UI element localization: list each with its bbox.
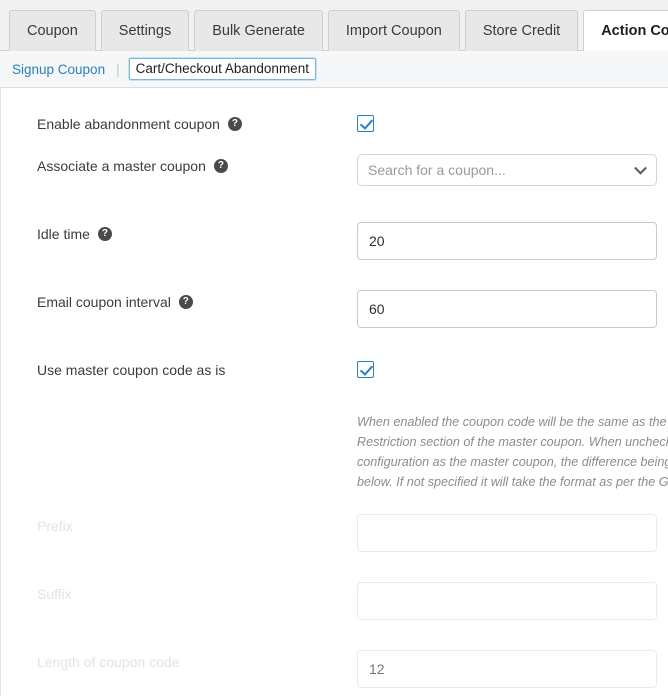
prefix-input[interactable] xyxy=(357,514,657,552)
label-prefix: Prefix xyxy=(37,514,357,536)
tab-label: Action Coupon xyxy=(601,24,668,39)
field-row-enable-abandonment-coupon: Enable abandonment coupon ? xyxy=(1,112,668,154)
help-circle-icon[interactable]: ? xyxy=(179,295,193,309)
label-text: Length of coupon code xyxy=(37,653,179,672)
field-row-length-of-coupon-code: Length of coupon code xyxy=(1,650,668,696)
suffix-input[interactable] xyxy=(357,582,657,620)
tab-settings[interactable]: Settings xyxy=(101,10,189,51)
label-email-coupon-interval: Email coupon interval ? xyxy=(37,290,357,312)
tab-label: Bulk Generate xyxy=(212,24,305,39)
label-suffix: Suffix xyxy=(37,582,357,604)
use-master-coupon-code-description: When enabled the coupon code will be the… xyxy=(357,412,668,492)
help-circle-icon[interactable]: ? xyxy=(228,117,242,131)
use-master-coupon-code-checkbox[interactable] xyxy=(357,361,374,378)
label-text: Enable abandonment coupon xyxy=(37,115,220,134)
length-of-coupon-code-input[interactable] xyxy=(357,650,657,688)
field-suffix xyxy=(357,582,668,620)
tab-label: Settings xyxy=(119,24,171,39)
label-enable-abandonment-coupon: Enable abandonment coupon ? xyxy=(37,112,357,134)
field-row-use-master-coupon-code: Use master coupon code as is xyxy=(1,358,668,400)
main-tab-bar: Coupon Settings Bulk Generate Import Cou… xyxy=(0,0,668,51)
sub-tab-bar: Signup Coupon | Cart/Checkout Abandonmen… xyxy=(0,51,668,88)
label-idle-time: Idle time ? xyxy=(37,222,357,244)
label-text: Email coupon interval xyxy=(37,293,171,312)
label-text: Prefix xyxy=(37,517,73,536)
master-coupon-select[interactable]: Search for a coupon... xyxy=(357,154,657,186)
help-circle-icon[interactable]: ? xyxy=(98,227,112,241)
field-length-of-coupon-code xyxy=(357,650,668,688)
chevron-down-icon xyxy=(634,162,647,175)
tab-label: Coupon xyxy=(27,24,78,39)
field-row-idle-time: Idle time ? xyxy=(1,222,668,290)
tab-label: Import Coupon xyxy=(346,24,442,39)
settings-panel: Enable abandonment coupon ? Associate a … xyxy=(0,88,668,696)
help-circle-icon[interactable]: ? xyxy=(214,159,228,173)
action-coupon-settings-screen: Coupon Settings Bulk Generate Import Cou… xyxy=(0,0,668,696)
label-length-of-coupon-code: Length of coupon code xyxy=(37,650,357,672)
description-line: When enabled the coupon code will be the… xyxy=(357,412,668,432)
master-coupon-select-placeholder: Search for a coupon... xyxy=(368,162,506,178)
label-text: Idle time xyxy=(37,225,90,244)
subtab-separator: | xyxy=(116,62,120,77)
tab-import-coupon[interactable]: Import Coupon xyxy=(328,10,460,51)
tab-store-credit[interactable]: Store Credit xyxy=(465,10,578,51)
field-idle-time xyxy=(357,222,668,260)
idle-time-input[interactable] xyxy=(357,222,657,260)
subtab-cart-checkout-abandonment[interactable]: Cart/Checkout Abandonment xyxy=(129,58,316,80)
field-row-associate-master-coupon: Associate a master coupon ? Search for a… xyxy=(1,154,668,222)
enable-abandonment-coupon-checkbox[interactable] xyxy=(357,115,374,132)
label-use-master-coupon-code: Use master coupon code as is xyxy=(37,358,357,380)
tab-bulk-generate[interactable]: Bulk Generate xyxy=(194,10,323,51)
subtab-signup-coupon[interactable]: Signup Coupon xyxy=(10,61,107,78)
tab-action-coupon[interactable]: Action Coupon xyxy=(583,10,668,51)
field-associate-master-coupon: Search for a coupon... xyxy=(357,154,668,186)
field-enable-abandonment-coupon xyxy=(357,112,668,137)
description-line: below. If not specified it will take the… xyxy=(357,472,668,492)
field-row-suffix: Suffix xyxy=(1,582,668,650)
description-line: Restriction section of the master coupon… xyxy=(357,432,668,452)
label-associate-master-coupon: Associate a master coupon ? xyxy=(37,154,357,176)
field-row-use-master-coupon-description: When enabled the coupon code will be the… xyxy=(1,400,668,492)
tab-label: Store Credit xyxy=(483,24,560,39)
field-email-coupon-interval xyxy=(357,290,668,328)
description-line: configuration as the master coupon, the … xyxy=(357,452,668,472)
field-use-master-coupon-code xyxy=(357,358,668,383)
email-coupon-interval-input[interactable] xyxy=(357,290,657,328)
field-row-prefix: Prefix xyxy=(1,514,668,582)
label-text: Suffix xyxy=(37,585,72,604)
tab-coupon[interactable]: Coupon xyxy=(9,10,96,51)
label-text: Use master coupon code as is xyxy=(37,361,225,380)
label-text: Associate a master coupon xyxy=(37,157,206,176)
field-prefix xyxy=(357,514,668,552)
field-row-email-coupon-interval: Email coupon interval ? xyxy=(1,290,668,358)
